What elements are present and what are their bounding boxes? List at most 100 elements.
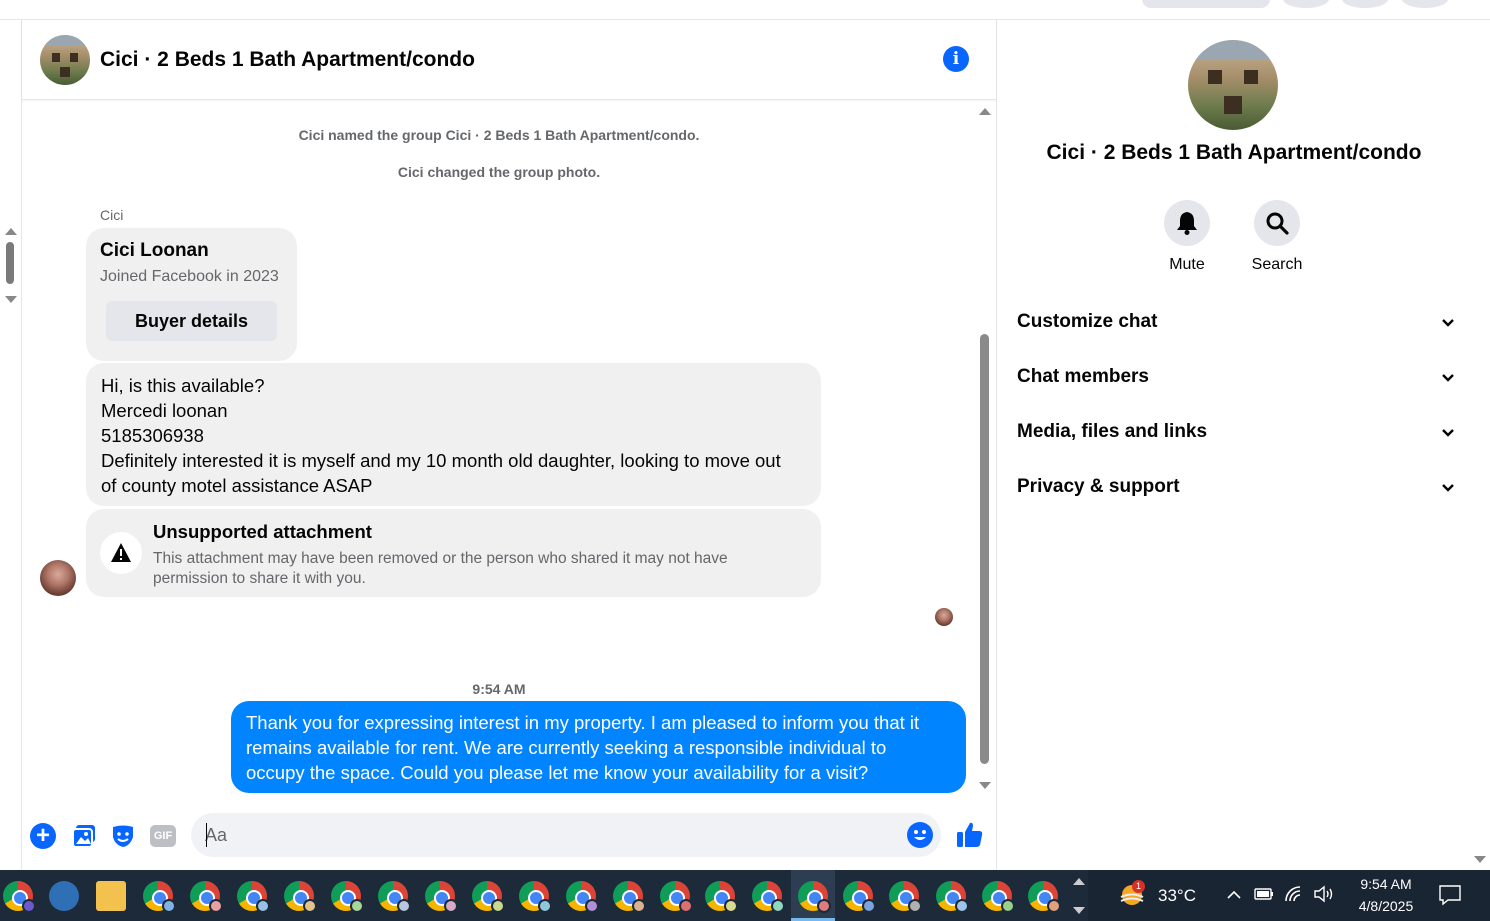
- panel-title: Cici · 2 Beds 1 Bath Apartment/condo: [1046, 141, 1422, 164]
- like-icon[interactable]: [955, 820, 985, 850]
- chrome-profile-icon[interactable]: [889, 881, 922, 913]
- top-account-button[interactable]: [1402, 0, 1448, 8]
- profile-card: Cici Loonan Joined Facebook in 2023 Buye…: [86, 228, 297, 361]
- top-search-pill[interactable]: [1142, 0, 1270, 8]
- gif-icon[interactable]: GIF: [150, 825, 176, 847]
- section-title: Chat members: [1017, 366, 1149, 387]
- scroll-down-arrow-icon[interactable]: [5, 296, 17, 303]
- chevron-down-icon: [1442, 374, 1454, 382]
- section-media-files-links[interactable]: Media, files and links: [1017, 412, 1455, 452]
- message-input[interactable]: [191, 813, 941, 857]
- message-line: 5185306938: [101, 425, 204, 446]
- chat-pane: Cici · 2 Beds 1 Bath Apartment/condo i C…: [21, 20, 997, 870]
- weather-icon[interactable]: 1: [1118, 880, 1146, 908]
- section-title: Media, files and links: [1017, 421, 1208, 442]
- chat-header: Cici · 2 Beds 1 Bath Apartment/condo i: [22, 20, 996, 100]
- chrome-profile-icon[interactable]: [143, 881, 176, 913]
- browser-top-strip: [0, 0, 1490, 20]
- text-caret: [206, 823, 207, 847]
- sticker-icon[interactable]: [110, 823, 136, 849]
- battery-icon[interactable]: [1254, 887, 1274, 901]
- chevron-down-icon: [1442, 484, 1454, 492]
- clock-time[interactable]: 9:54 AM: [1346, 876, 1426, 892]
- notification-center-icon[interactable]: [1438, 884, 1462, 906]
- chrome-profile-icon-active[interactable]: [798, 881, 831, 913]
- search-label: Search: [1251, 256, 1303, 273]
- taskbar-scroll-down-icon[interactable]: [1073, 907, 1085, 914]
- sender-avatar[interactable]: [40, 560, 76, 596]
- chat-title[interactable]: Cici · 2 Beds 1 Bath Apartment/condo: [100, 48, 475, 72]
- chrome-profile-icon[interactable]: [519, 881, 552, 913]
- section-title: Customize chat: [1017, 311, 1158, 332]
- profile-card-name: Cici Loonan: [100, 240, 209, 261]
- volume-icon[interactable]: [1313, 885, 1335, 903]
- chrome-profile-icon[interactable]: [472, 881, 505, 913]
- chat-scroll-down-icon[interactable]: [979, 782, 991, 789]
- left-scrollbar[interactable]: [0, 220, 20, 310]
- buyer-details-button[interactable]: Buyer details: [106, 301, 277, 341]
- mute-button[interactable]: Mute: [1147, 200, 1227, 274]
- search-button[interactable]: Search: [1237, 200, 1317, 274]
- panel-group-avatar[interactable]: [1188, 40, 1278, 130]
- chrome-profile-icon[interactable]: [3, 881, 36, 913]
- message-line: Mercedi loonan: [101, 400, 228, 421]
- system-note-photo-changed: Cici changed the group photo.: [397, 164, 601, 180]
- left-scrollbar-thumb[interactable]: [6, 242, 14, 284]
- clock-date[interactable]: 4/8/2025: [1346, 898, 1426, 914]
- section-privacy-support[interactable]: Privacy & support: [1017, 467, 1455, 507]
- chrome-profile-icon[interactable]: [613, 881, 646, 913]
- chrome-profile-icon[interactable]: [752, 881, 785, 913]
- file-explorer-icon[interactable]: [96, 881, 126, 911]
- page-scroll-down-icon[interactable]: [1474, 856, 1486, 863]
- plus-icon[interactable]: +: [30, 823, 56, 849]
- mute-label: Mute: [1169, 256, 1205, 273]
- section-chat-members[interactable]: Chat members: [1017, 357, 1455, 397]
- taskbar-scroll-up-icon[interactable]: [1073, 878, 1085, 885]
- chat-scroll-up-icon[interactable]: [979, 108, 991, 115]
- chat-scrollbar[interactable]: [977, 104, 993, 794]
- temperature-text[interactable]: 33°C: [1158, 886, 1196, 906]
- chrome-profile-icon[interactable]: [1028, 881, 1061, 913]
- bell-icon: [1177, 212, 1197, 235]
- top-menu-button[interactable]: [1283, 0, 1329, 8]
- group-avatar[interactable]: [40, 35, 90, 85]
- chrome-profile-icon[interactable]: [425, 881, 458, 913]
- chrome-profile-icon[interactable]: [843, 881, 876, 913]
- chrome-profile-icon[interactable]: [378, 881, 411, 913]
- section-customize-chat[interactable]: Customize chat: [1017, 302, 1455, 342]
- chevron-up-icon[interactable]: [1226, 890, 1242, 900]
- chat-info-panel: Cici · 2 Beds 1 Bath Apartment/condo Mut…: [998, 20, 1470, 870]
- chrome-profile-icon[interactable]: [331, 881, 364, 913]
- message-line: Definitely interested it is myself and m…: [101, 450, 781, 471]
- wifi-icon[interactable]: [1284, 885, 1304, 903]
- warning-icon: [100, 532, 142, 574]
- outgoing-message[interactable]: Thank you for expressing interest in my …: [231, 701, 966, 793]
- chrome-profile-icon[interactable]: [566, 881, 599, 913]
- incoming-message[interactable]: Hi, is this available? Mercedi loonan 51…: [86, 363, 821, 506]
- sender-name: Cici: [100, 207, 124, 223]
- chrome-profile-icon[interactable]: [237, 881, 270, 913]
- message-timestamp: 9:54 AM: [472, 681, 526, 697]
- emoji-icon[interactable]: [907, 822, 933, 848]
- attachment-title: Unsupported attachment: [153, 521, 372, 542]
- info-icon[interactable]: i: [943, 46, 969, 72]
- message-line: Hi, is this available?: [101, 375, 265, 396]
- scroll-up-arrow-icon[interactable]: [5, 228, 17, 235]
- chrome-profile-icon[interactable]: [190, 881, 223, 913]
- top-notifications-button[interactable]: [1342, 0, 1388, 8]
- search-icon: [1266, 212, 1289, 235]
- chrome-profile-icon[interactable]: [982, 881, 1015, 913]
- section-title: Privacy & support: [1017, 476, 1180, 497]
- image-icon[interactable]: [71, 823, 97, 849]
- unsupported-attachment[interactable]: Unsupported attachment This attachment m…: [86, 509, 821, 597]
- snipping-tool-icon[interactable]: [49, 881, 79, 911]
- chat-scrollbar-thumb[interactable]: [980, 334, 989, 764]
- message-line: remains available for rent. We are curre…: [246, 737, 887, 758]
- chrome-profile-icon[interactable]: [284, 881, 317, 913]
- profile-card-joined: Joined Facebook in 2023: [100, 268, 279, 285]
- chrome-profile-icon[interactable]: [705, 881, 738, 913]
- message-line: occupy the space. Could you please let m…: [246, 762, 869, 783]
- page-scrollbar[interactable]: [1470, 20, 1490, 870]
- chrome-profile-icon[interactable]: [660, 881, 693, 913]
- chrome-profile-icon[interactable]: [936, 881, 969, 913]
